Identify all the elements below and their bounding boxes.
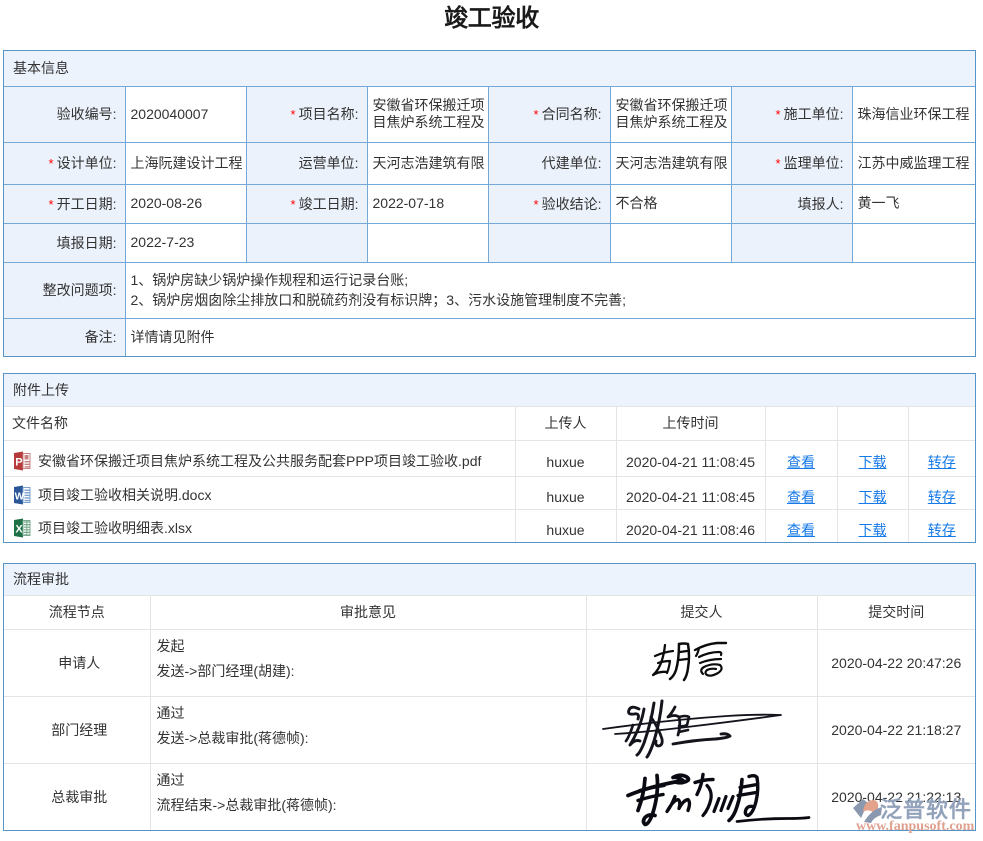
svg-text:X: X bbox=[15, 524, 23, 536]
svg-text:P: P bbox=[15, 456, 22, 468]
svg-text:W: W bbox=[15, 492, 25, 503]
svg-text:www.fanpusoft.com: www.fanpusoft.com bbox=[856, 819, 975, 834]
